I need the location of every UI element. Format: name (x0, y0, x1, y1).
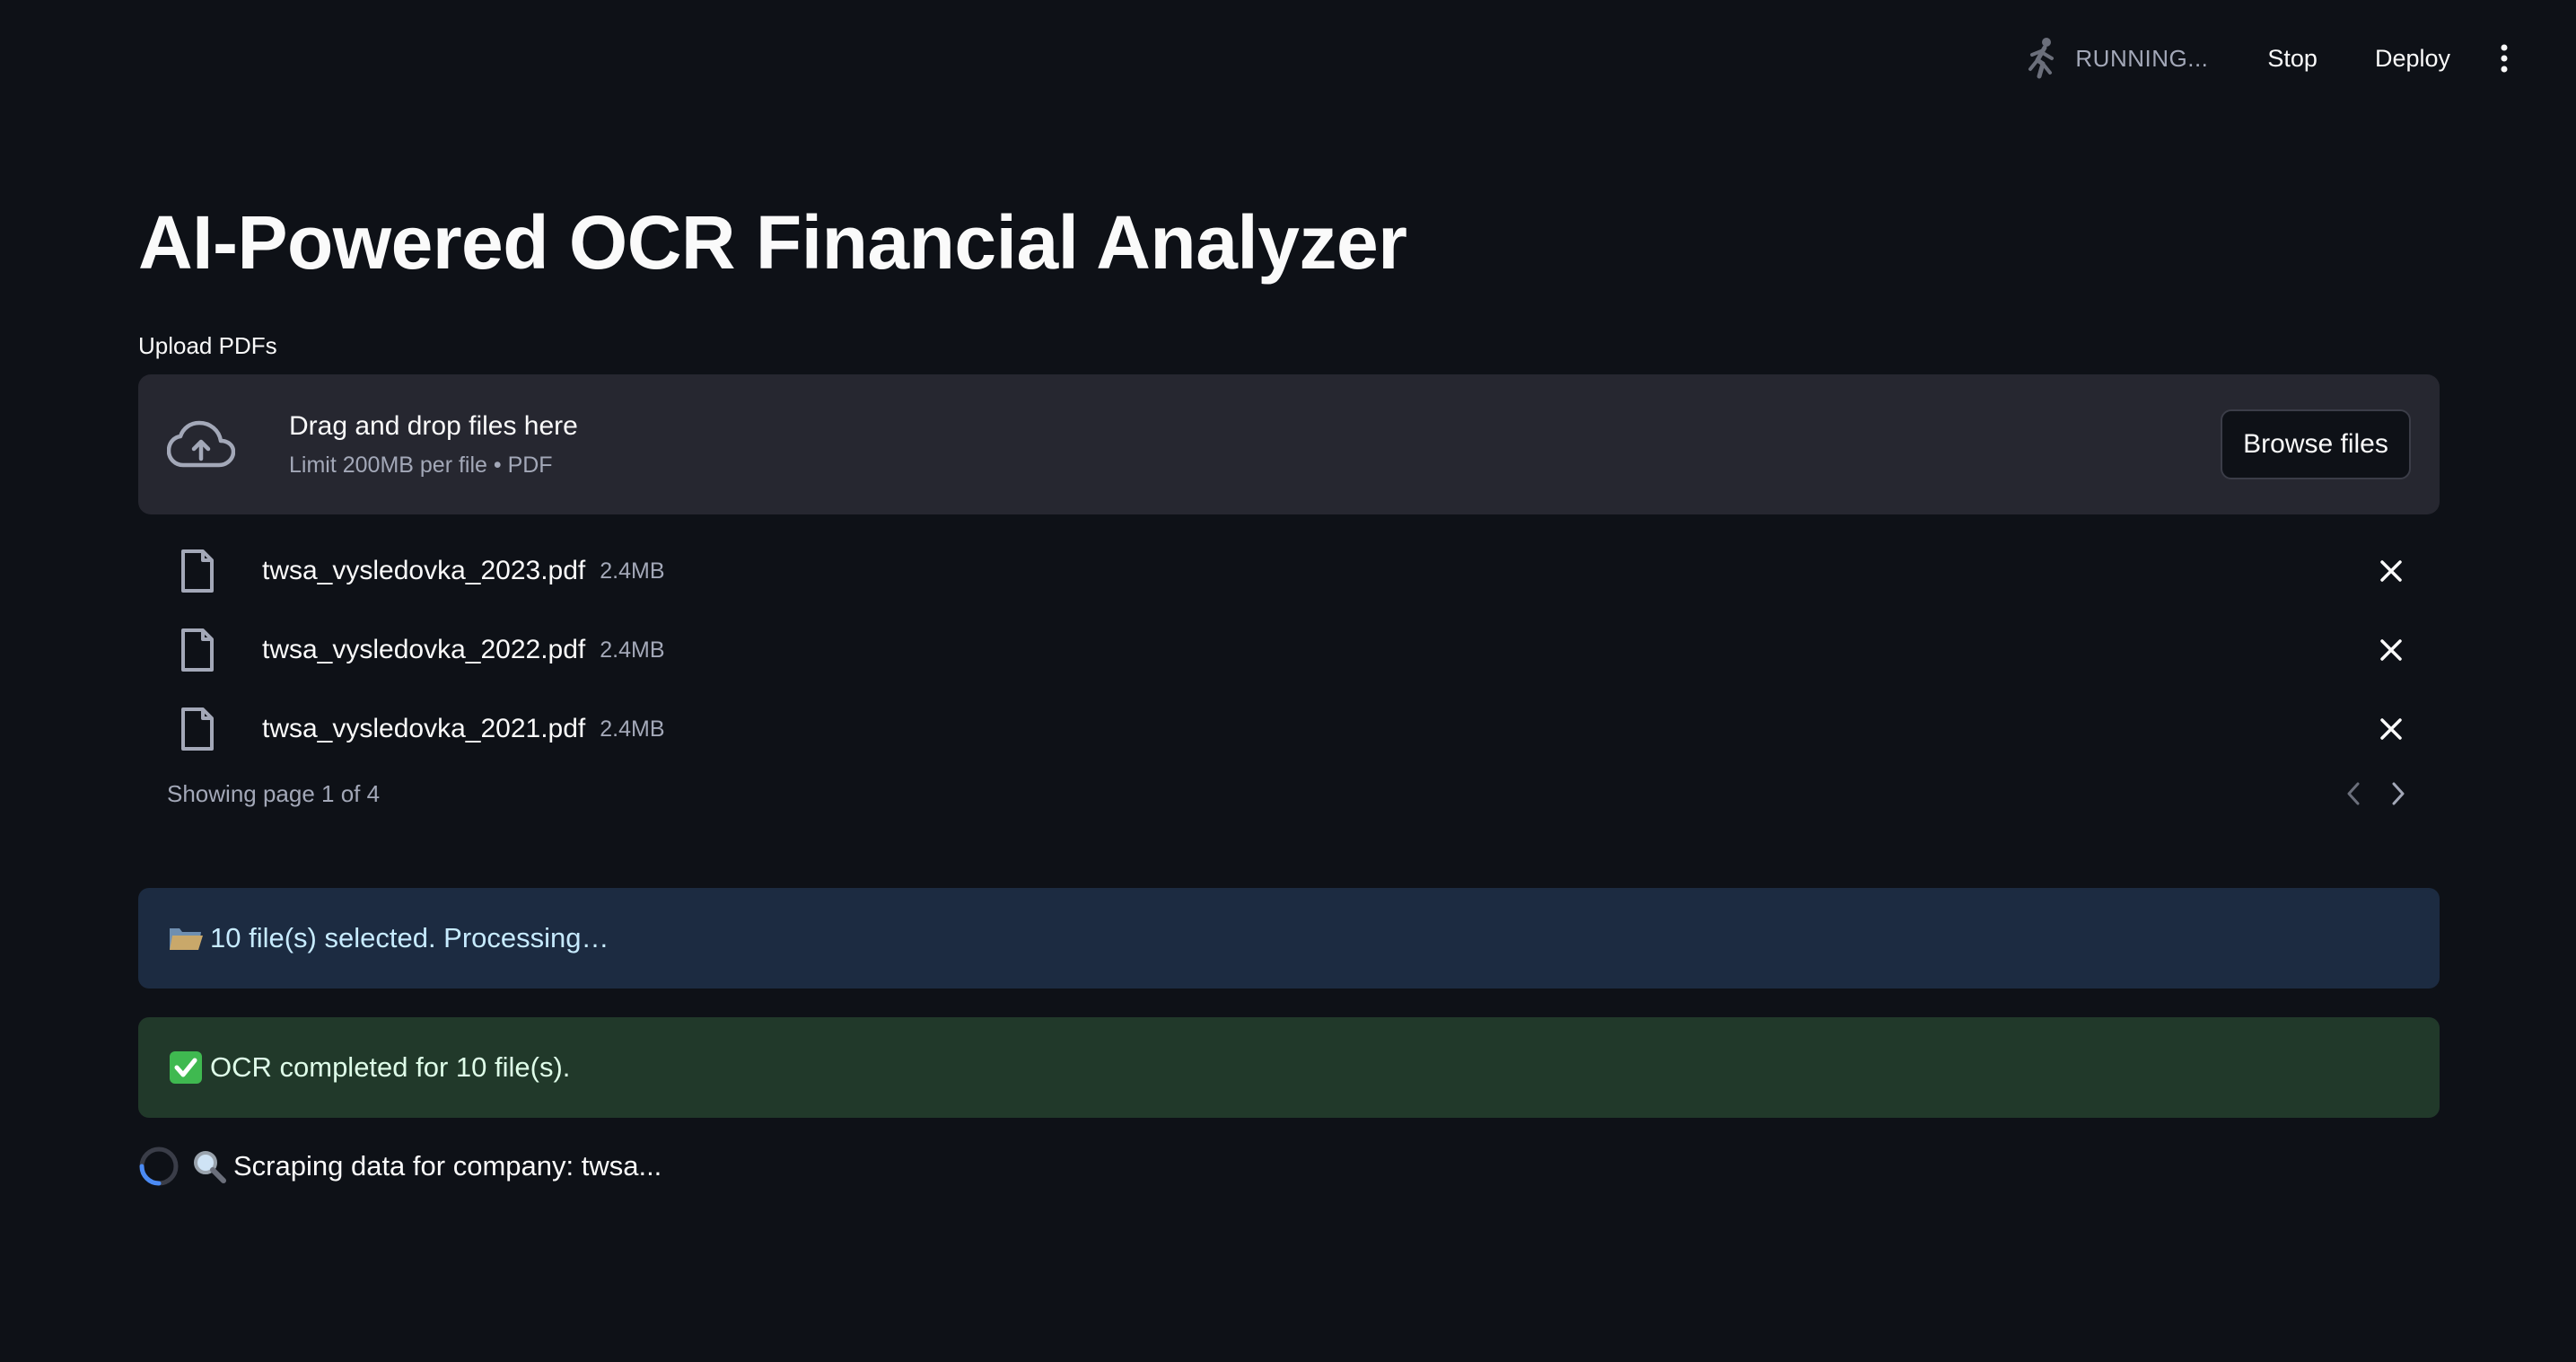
scraping-status: Scraping data for company: twsa... (138, 1146, 662, 1187)
file-name: twsa_vysledovka_2023.pdf (262, 556, 586, 585)
file-icon (181, 628, 214, 672)
scraping-status-text: Scraping data for company: twsa... (233, 1150, 662, 1182)
cloud-upload-icon (167, 420, 235, 468)
remove-file-button[interactable] (2373, 553, 2409, 589)
file-dropzone[interactable]: Drag and drop files here Limit 200MB per… (138, 374, 2440, 514)
close-icon (2380, 718, 2402, 740)
file-size: 2.4MB (600, 716, 665, 742)
page-title: AI-Powered OCR Financial Analyzer (138, 200, 1407, 285)
file-name: twsa_vysledovka_2021.pdf (262, 714, 586, 743)
file-name: twsa_vysledovka_2022.pdf (262, 635, 586, 664)
pagination-text: Showing page 1 of 4 (167, 779, 381, 807)
dropzone-limit-text: Limit 200MB per file • PDF (289, 452, 553, 478)
file-row: twsa_vysledovka_2023.pdf 2.4MB (138, 532, 2440, 611)
remove-file-button[interactable] (2373, 711, 2409, 747)
main-menu-button[interactable] (2486, 40, 2522, 76)
file-size: 2.4MB (600, 558, 665, 584)
uploaded-files-list: twsa_vysledovka_2023.pdf 2.4MB twsa_vysl… (138, 532, 2440, 769)
info-alert-text: 10 file(s) selected. Processing… (210, 922, 609, 953)
dropzone-title: Drag and drop files here (289, 410, 578, 441)
file-row: twsa_vysledovka_2021.pdf 2.4MB (138, 690, 2440, 769)
close-icon (2380, 639, 2402, 661)
stop-button[interactable]: Stop (2247, 36, 2337, 82)
file-icon (181, 549, 214, 593)
previous-page-button[interactable] (2341, 778, 2366, 810)
success-alert-text: OCR completed for 10 file(s). (210, 1051, 571, 1083)
uploader-label: Upload PDFs (138, 332, 277, 359)
close-icon (2380, 560, 2402, 582)
remove-file-button[interactable] (2373, 632, 2409, 668)
file-pagination: Showing page 1 of 4 (167, 778, 2411, 810)
chevron-right-icon (2392, 782, 2405, 805)
check-mark-icon (167, 1049, 205, 1086)
status-text: RUNNING... (2075, 44, 2209, 72)
info-alert: 10 file(s) selected. Processing… (138, 888, 2440, 989)
magnifying-glass-icon (190, 1147, 228, 1185)
folder-icon (167, 919, 205, 957)
file-icon (181, 707, 214, 751)
running-status: RUNNING... (2023, 37, 2208, 80)
chevron-left-icon (2347, 782, 2360, 805)
app-toolbar: RUNNING... Stop Deploy (0, 0, 2576, 117)
running-man-icon (2028, 38, 2055, 79)
file-row: twsa_vysledovka_2022.pdf 2.4MB (138, 611, 2440, 690)
file-size: 2.4MB (600, 637, 665, 663)
success-alert: OCR completed for 10 file(s). (138, 1017, 2440, 1118)
more-vertical-icon (2501, 44, 2508, 73)
loading-spinner-icon (139, 1147, 179, 1186)
browse-files-button[interactable]: Browse files (2221, 409, 2411, 479)
deploy-button[interactable]: Deploy (2355, 36, 2470, 82)
next-page-button[interactable] (2386, 778, 2411, 810)
